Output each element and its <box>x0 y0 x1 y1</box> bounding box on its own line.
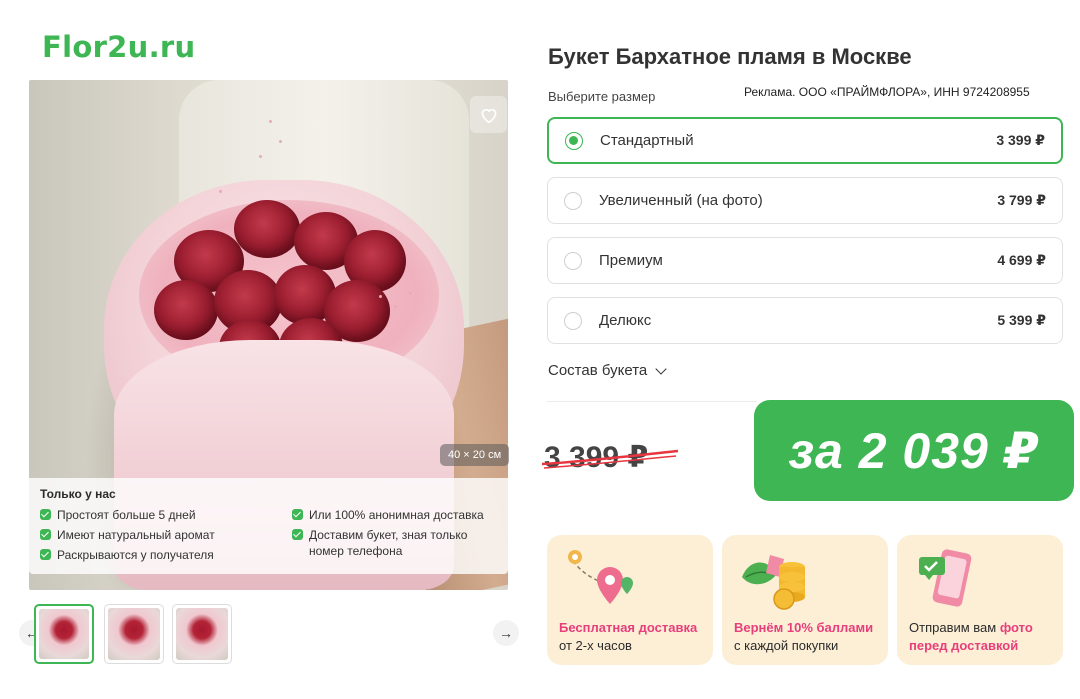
thumbnail[interactable] <box>104 604 164 664</box>
ad-notice: Реклама. ООО «ПРАЙМФЛОРА», ИНН 972420895… <box>744 85 1030 99</box>
chevron-down-icon <box>655 362 667 375</box>
choose-size-label: Выберите размер <box>548 89 656 104</box>
deal-price-badge[interactable]: за 2 039 ₽ <box>754 400 1074 501</box>
size-option-enlarged[interactable]: Увеличенный (на фото) 3 799 ₽ <box>547 177 1063 224</box>
only-us-title: Только у нас <box>40 487 116 501</box>
deal-price: за 2 039 ₽ <box>788 422 1040 479</box>
phone-photo-icon <box>919 549 972 607</box>
perk-text: Бесплатная доставка от 2-х часов <box>559 620 698 653</box>
radio[interactable] <box>564 251 582 270</box>
only-us-left: Простоят больше 5 дней Имеют натуральный… <box>40 507 292 567</box>
check-icon <box>40 509 51 520</box>
gypsophila <box>394 305 397 308</box>
only-us-item: Или 100% анонимная доставка <box>292 507 492 523</box>
check-icon <box>292 529 303 540</box>
check-icon <box>292 509 303 520</box>
rose <box>154 280 218 340</box>
arrow-right-icon: → <box>499 625 513 641</box>
size-option-label: Премиум <box>599 252 663 269</box>
size-option-label: Увеличенный (на фото) <box>599 192 763 209</box>
strikethrough-line <box>541 449 679 469</box>
size-option-premium[interactable]: Премиум 4 699 ₽ <box>547 237 1063 284</box>
favorite-button[interactable] <box>470 96 507 133</box>
size-option-price: 5 399 ₽ <box>997 312 1046 328</box>
size-option-price: 3 399 ₽ <box>996 132 1045 148</box>
thumbnail[interactable] <box>34 604 94 664</box>
only-us-item: Простоят больше 5 дней <box>40 507 292 523</box>
radio[interactable] <box>564 311 582 330</box>
size-option-price: 3 799 ₽ <box>997 192 1046 208</box>
size-option-price: 4 699 ₽ <box>997 252 1046 268</box>
only-us-item: Имеют натуральный аромат <box>40 527 292 543</box>
perk-photo-before-delivery: Отправим вам фото перед доставкой <box>897 535 1063 665</box>
thumbnail[interactable] <box>172 604 232 664</box>
product-page: Flor2u.ru 40 × 20 см Только у нас Просто… <box>0 0 1080 699</box>
size-option-deluxe[interactable]: Делюкс 5 399 ₽ <box>547 297 1063 344</box>
gypsophila <box>269 120 272 123</box>
size-tag: 40 × 20 см <box>440 444 510 466</box>
size-option-label: Делюкс <box>599 312 652 329</box>
gypsophila <box>279 140 282 143</box>
coins-icon <box>742 555 805 610</box>
site-logo[interactable]: Flor2u.ru <box>42 30 195 64</box>
gypsophila <box>379 295 382 298</box>
radio-selected[interactable] <box>565 131 583 150</box>
perk-free-delivery: Бесплатная доставка от 2-х часов <box>547 535 713 665</box>
perk-text: Отправим вам фото перед доставкой <box>909 620 1033 653</box>
divider <box>547 401 757 402</box>
gypsophila <box>259 155 262 158</box>
check-icon <box>40 529 51 540</box>
check-icon <box>40 549 51 560</box>
map-pin-icon <box>568 550 633 604</box>
page-title: Букет Бархатное пламя в Москве <box>548 44 912 69</box>
only-us-box: Только у нас Простоят больше 5 дней Имею… <box>29 478 508 574</box>
size-option-standard[interactable]: Стандартный 3 399 ₽ <box>547 117 1063 164</box>
only-us-item: Раскрываются у получателя <box>40 547 292 563</box>
only-us-item: Доставим букет, зная только номер телефо… <box>292 527 492 559</box>
only-us-right: Или 100% анонимная доставка Доставим бук… <box>292 507 492 567</box>
gypsophila <box>219 190 222 193</box>
composition-toggle[interactable]: Состав букета <box>548 362 667 379</box>
radio[interactable] <box>564 191 582 210</box>
next-image-button[interactable]: → <box>493 620 519 646</box>
perk-cashback: Вернём 10% баллами с каждой покупки <box>722 535 888 665</box>
gypsophila <box>409 292 412 295</box>
size-option-label: Стандартный <box>600 132 694 149</box>
rose <box>234 200 300 258</box>
heart-icon <box>481 108 496 123</box>
thumbnail-strip: ← → <box>19 604 519 668</box>
composition-label: Состав букета <box>548 362 648 379</box>
perk-text: Вернём 10% баллами с каждой покупки <box>734 620 874 653</box>
